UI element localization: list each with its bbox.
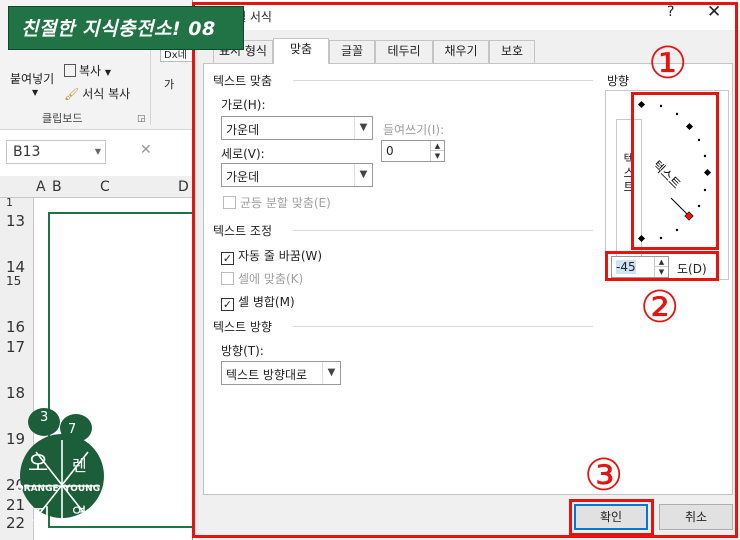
ok-button[interactable]: 확인 <box>574 504 648 530</box>
text-direction-value: 텍스트 방향대로 <box>226 368 308 382</box>
spinner-buttons[interactable]: ▲ ▼ <box>654 257 668 277</box>
group-divider <box>293 230 593 231</box>
chevron-down-icon[interactable]: ▼ <box>354 117 372 139</box>
dialog-launcher-icon[interactable]: ◲ <box>137 114 146 124</box>
column-header-d[interactable]: D <box>178 179 189 195</box>
help-button[interactable]: ? <box>667 4 674 20</box>
row-header-item[interactable]: 17 <box>6 338 25 356</box>
column-header-a[interactable]: A <box>36 179 46 195</box>
font-sample: 가 <box>164 78 175 91</box>
tab-alignment[interactable]: 맞춤 <box>273 38 329 64</box>
checkbox-box[interactable] <box>221 272 234 285</box>
text-direction-select[interactable]: 텍스트 방향대로 ▼ <box>221 361 341 385</box>
step-1-badge: ① <box>648 38 688 89</box>
horizontal-value: 가운데 <box>226 123 260 137</box>
logo-char-2: 렌 <box>72 456 87 475</box>
indent-spinner[interactable]: 0 ▲ ▼ <box>381 140 445 162</box>
chevron-down-icon[interactable]: ▼ <box>322 362 340 384</box>
spin-down-icon[interactable]: ▼ <box>655 267 668 277</box>
row-header-item[interactable]: 13 <box>6 212 25 230</box>
shrink-to-fit-checkbox[interactable]: 셀에 맞춤(K) <box>221 270 303 287</box>
degrees-spinner[interactable]: -45 ▲ ▼ <box>611 256 669 278</box>
degrees-label: 도(D) <box>677 262 707 276</box>
group-orientation: 방향 <box>607 74 630 88</box>
orientation-dial[interactable]: 텍스트 <box>633 96 713 248</box>
wrap-text-checkbox[interactable]: ✓ 자동 줄 바꿈(W) <box>221 247 322 265</box>
checkbox-checked-icon[interactable]: ✓ <box>221 298 234 311</box>
cancel-button[interactable]: 취소 <box>659 504 733 530</box>
checkbox-box[interactable] <box>223 196 236 209</box>
tab-fill[interactable]: 채우기 <box>433 40 489 63</box>
logo-text-right: YOUNG <box>64 484 101 494</box>
degrees-value: -45 <box>616 260 636 274</box>
group-divider <box>293 326 593 327</box>
justify-distributed-checkbox[interactable]: 균등 분할 맞춤(E) <box>223 194 331 211</box>
dial-text: 텍스트 <box>650 158 683 191</box>
group-text-alignment: 텍스트 맞춤 <box>213 74 273 88</box>
format-painter-label: 서식 복사 <box>82 87 131 101</box>
title-banner: 친절한 지식충전소! 08 <box>8 6 244 50</box>
vertical-value: 가운데 <box>226 170 260 184</box>
chevron-down-icon[interactable]: ▼ <box>95 147 101 156</box>
tab-protection[interactable]: 보호 <box>489 40 535 63</box>
clipboard-group-label: 클립보드 <box>42 112 83 125</box>
wrap-text-label: 자동 줄 바꿈(W) <box>238 249 323 263</box>
spin-down-icon[interactable]: ▼ <box>431 151 444 161</box>
chevron-down-icon[interactable]: ▼ <box>32 88 38 97</box>
format-painter-button[interactable]: 🖌 서식 복사 <box>64 85 130 102</box>
direction-label: 방향(T): <box>221 344 264 358</box>
copy-button[interactable]: 복사 ▼ <box>64 62 111 79</box>
logo-num-right: 7 <box>68 422 77 437</box>
merge-cells-checkbox[interactable]: ✓ 셀 병합(M) <box>221 293 295 311</box>
indent-label: 들여쓰기(I): <box>383 123 445 137</box>
logo-char-3: 지 <box>32 504 51 528</box>
paste-label: 붙여넣기 <box>10 72 55 86</box>
spin-up-icon[interactable]: ▲ <box>655 257 668 267</box>
column-header: A B C D <box>0 176 200 198</box>
horizontal-select[interactable]: 가운데 ▼ <box>221 116 373 140</box>
checkbox-checked-icon[interactable]: ✓ <box>221 252 234 265</box>
close-button[interactable]: ✕ <box>707 2 721 22</box>
tab-border[interactable]: 테두리 <box>375 40 433 63</box>
ribbon-separator <box>150 40 151 125</box>
vertical-select[interactable]: 가운데 ▼ <box>221 163 373 187</box>
justify-distributed-label: 균등 분할 맞춤(E) <box>240 196 331 210</box>
spin-up-icon[interactable]: ▲ <box>431 141 444 151</box>
excel-window: 붙여넣기 ▼ 복사 ▼ 🖌 서식 복사 클립보드 ◲ Dx네 가 B13 ▼ ✕ … <box>0 0 200 540</box>
tab-font[interactable]: 글꼴 <box>329 40 375 63</box>
logo-num-left: 3 <box>40 410 49 425</box>
brush-icon: 🖌 <box>64 87 80 101</box>
chevron-down-icon[interactable]: ▼ <box>105 68 111 77</box>
group-divider <box>293 80 593 81</box>
name-box[interactable]: B13 ▼ <box>6 140 106 164</box>
group-text-direction: 텍스트 방향 <box>213 320 273 334</box>
name-box-value: B13 <box>13 144 41 160</box>
copy-label: 복사 <box>79 64 102 78</box>
merge-cells-label: 셀 병합(M) <box>238 295 295 309</box>
column-header-b[interactable]: B <box>52 179 62 195</box>
dialog-title-bar: 셀 서식 ? ✕ <box>193 0 740 30</box>
horizontal-label: 가로(H): <box>221 98 266 112</box>
row-header-item[interactable]: 16 <box>6 318 25 336</box>
logo-char-4: 영 <box>72 504 87 523</box>
logo-text-left: ORANGE <box>16 484 59 494</box>
formula-bar-icons: ✕ <box>140 142 161 158</box>
indent-value: 0 <box>386 144 394 158</box>
column-header-c[interactable]: C <box>100 179 110 195</box>
dial-marker-icon <box>637 100 646 109</box>
group-text-control: 텍스트 조정 <box>213 224 273 238</box>
step-3-badge: ③ <box>584 450 624 501</box>
chevron-down-icon[interactable]: ▼ <box>354 164 372 186</box>
row-header-item[interactable]: 15 <box>6 274 21 288</box>
shrink-to-fit-label: 셀에 맞춤(K) <box>238 272 304 286</box>
step-2-badge: ② <box>640 282 680 333</box>
spinner-buttons[interactable]: ▲ ▼ <box>430 141 444 161</box>
copy-icon <box>64 64 76 77</box>
vertical-label: 세로(V): <box>221 147 265 161</box>
logo-char-1: 오 <box>28 452 49 477</box>
row-header-item[interactable]: 1 <box>6 196 13 209</box>
row-header-item[interactable]: 18 <box>6 384 25 402</box>
